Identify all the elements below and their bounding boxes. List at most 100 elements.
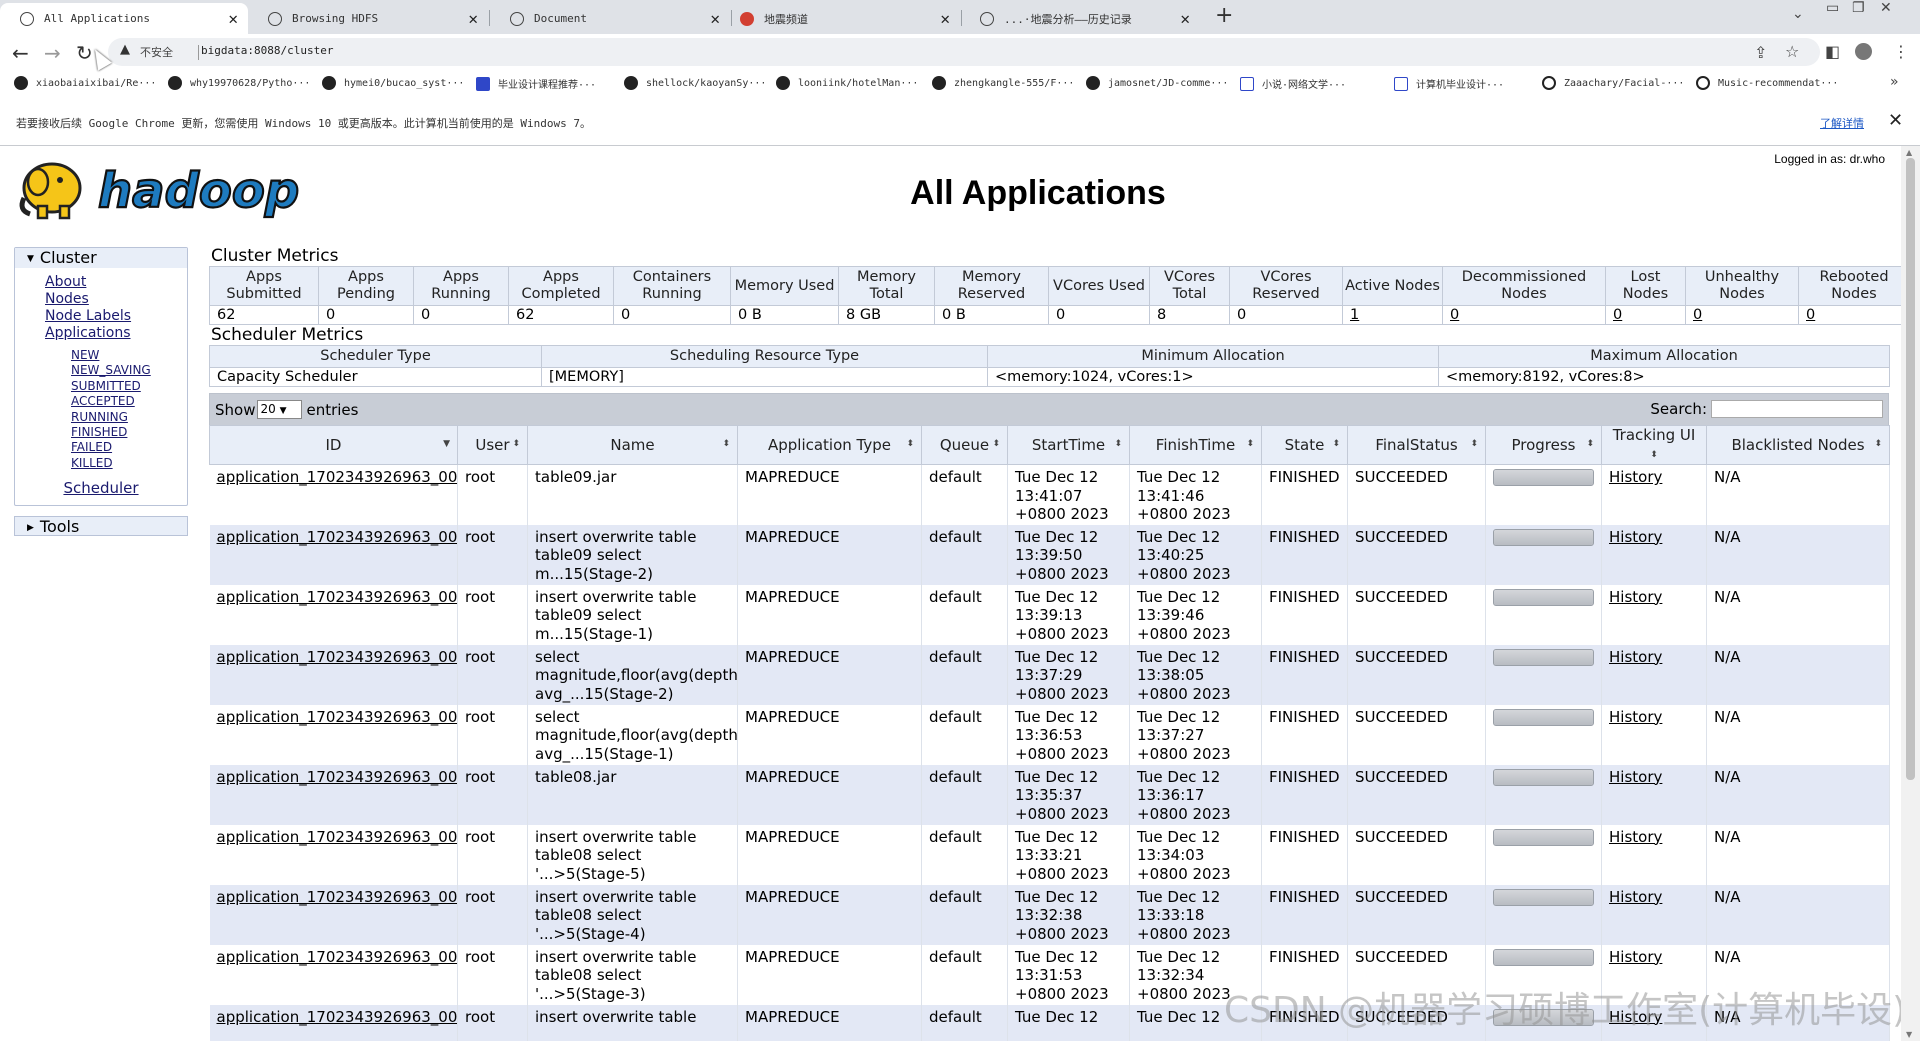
tab-earthquake-channel[interactable]: 地震频道 ✕ [720,3,960,34]
insecure-label[interactable]: 不安全 [140,44,173,60]
scroll-up-icon[interactable]: ▲ [1906,148,1912,157]
bookmark-item[interactable]: looniink/hotelMan··· [776,76,918,90]
tab-search-icon[interactable]: ⌄ [1792,6,1804,22]
infobar-learn-more-link[interactable]: 了解详情 [1820,115,1864,131]
restore-icon[interactable]: ❐ [1852,0,1865,16]
application-id-link[interactable]: application_1702343926963_0058 [217,708,457,726]
application-id-link[interactable]: application_1702343926963_0055 [217,888,457,906]
bookmark-item[interactable]: Music-recommendat··· [1696,76,1838,90]
search-input[interactable] [1711,400,1883,418]
sort-icon[interactable]: ⬍ [1650,450,1658,460]
bookmark-item[interactable]: 计算机毕业设计··· [1394,76,1504,91]
column-header[interactable]: Name ⬍ [527,425,738,465]
new-tab-icon[interactable]: + [1215,3,1233,28]
metric-value-link[interactable]: 0 [1613,307,1622,323]
history-link[interactable]: History [1609,828,1662,846]
app-state-new-saving[interactable]: NEW_SAVING [71,363,187,378]
tab-browsing-hdfs[interactable]: Browsing HDFS ✕ [248,3,488,34]
app-state-killed[interactable]: KILLED [71,456,187,471]
sort-icon[interactable]: ⬍ [906,436,914,453]
bookmark-item[interactable]: shellock/kaoyanSy··· [624,76,766,90]
sidepanel-icon[interactable]: ◧ [1825,42,1840,61]
column-header[interactable]: Queue ⬍ [921,425,1008,465]
sort-icon[interactable]: ⬍ [1246,436,1254,453]
address-bar[interactable]: ▲ 不安全 bigdata:8088/cluster ⇪ ☆ [108,38,1820,66]
column-header[interactable]: User ⬍ [457,425,528,465]
app-state-running[interactable]: RUNNING [71,410,187,425]
history-link[interactable]: History [1609,468,1662,486]
minimize-icon[interactable]: ▭ [1826,0,1839,16]
scroll-down-icon[interactable]: ▼ [1906,1030,1912,1039]
sort-icon[interactable]: ⬍ [1586,436,1594,453]
application-id-link[interactable]: application_1702343926963_0061 [217,528,457,546]
bookmark-item[interactable]: zhengkangle-555/F··· [932,76,1074,90]
bookmark-item[interactable]: Zaaachary/Facial-··· [1542,76,1684,90]
column-header[interactable]: Tracking UI ⬍ [1601,425,1707,465]
sidebar-link-about[interactable]: About [45,274,187,291]
app-state-failed[interactable]: FAILED [71,440,187,455]
history-link[interactable]: History [1609,768,1662,786]
entries-select[interactable]: 20 ▼ [257,400,303,419]
close-icon[interactable]: ✕ [1888,110,1903,131]
close-icon[interactable]: ✕ [468,9,478,28]
sort-desc-icon[interactable]: ▼ [443,436,450,453]
app-state-finished[interactable]: FINISHED [71,425,187,440]
bookmark-item[interactable]: hymei0/bucao_syst··· [322,76,464,90]
application-id-link[interactable]: application_1702343926963_0057 [217,768,457,786]
sort-icon[interactable]: ⬍ [512,436,520,453]
sidebar-link-node-labels[interactable]: Node Labels [45,308,187,325]
column-header[interactable]: Application Type ⬍ [737,425,922,465]
application-id-link[interactable]: application_1702343926963_0056 [217,828,457,846]
history-link[interactable]: History [1609,588,1662,606]
column-header[interactable]: FinishTime ⬍ [1129,425,1262,465]
bookmark-item[interactable]: xiaobaiaixibai/Re··· [14,76,156,90]
column-header[interactable]: State ⬍ [1261,425,1348,465]
back-icon[interactable]: ← [12,41,29,65]
bookmark-item[interactable]: jamosnet/JD-comme··· [1086,76,1228,90]
history-link[interactable]: History [1609,648,1662,666]
column-header[interactable]: Blacklisted Nodes ⬍ [1706,425,1890,465]
menu-icon[interactable]: ⋮ [1893,42,1909,61]
history-link[interactable]: History [1609,528,1662,546]
sidebar-link-scheduler[interactable]: Scheduler [15,479,187,497]
sort-icon[interactable]: ⬍ [992,436,1000,453]
history-link[interactable]: History [1609,708,1662,726]
more-bookmarks-icon[interactable]: » [1890,74,1899,90]
tab-all-applications[interactable]: All Applications ✕ [0,3,248,34]
column-header[interactable]: Progress ⬍ [1485,425,1602,465]
window-close-icon[interactable]: ✕ [1880,0,1892,16]
forward-icon[interactable]: → [44,41,61,65]
cluster-header[interactable]: ▼ Cluster [15,248,187,268]
history-link[interactable]: History [1609,948,1662,966]
close-icon[interactable]: ✕ [940,9,950,28]
history-link[interactable]: History [1609,888,1662,906]
star-icon[interactable]: ☆ [1785,42,1799,61]
tools-section[interactable]: ▶ Tools [14,516,188,537]
sort-icon[interactable]: ⬍ [1874,436,1882,453]
column-header[interactable]: FinalStatus ⬍ [1347,425,1486,465]
sort-icon[interactable]: ⬍ [1332,436,1340,453]
metric-value-link[interactable]: 0 [1693,307,1702,323]
column-header[interactable]: ID ▼ [209,425,458,465]
warning-icon[interactable]: ▲ [120,42,130,57]
sort-icon[interactable]: ⬍ [722,436,730,453]
close-icon[interactable]: ✕ [710,9,720,28]
application-id-link[interactable]: application_1702343926963_0062 [217,468,457,486]
bookmark-item[interactable]: 小说·网络文学··· [1240,76,1346,91]
app-state-new[interactable]: NEW [71,348,187,363]
sidebar-link-nodes[interactable]: Nodes [45,291,187,308]
close-icon[interactable]: ✕ [1180,9,1190,28]
bookmark-item[interactable]: why19970628/Pytho··· [168,76,310,90]
url-text[interactable]: bigdata:8088/cluster [201,44,333,57]
tab-document[interactable]: Document ✕ [490,3,730,34]
app-state-accepted[interactable]: ACCEPTED [71,394,187,409]
sidebar-link-applications[interactable]: Applications [45,325,187,342]
close-icon[interactable]: ✕ [228,9,238,28]
sort-icon[interactable]: ⬍ [1114,436,1122,453]
metric-value-link[interactable]: 1 [1350,307,1359,323]
bookmark-item[interactable]: 毕业设计课程推荐··· [476,76,596,91]
column-header[interactable]: StartTime ⬍ [1007,425,1130,465]
metric-value-link[interactable]: 0 [1450,307,1459,323]
application-id-link[interactable]: application_1702343926963_0054 [217,948,457,966]
vertical-scrollbar[interactable]: ▲ ▼ [1901,146,1920,1041]
